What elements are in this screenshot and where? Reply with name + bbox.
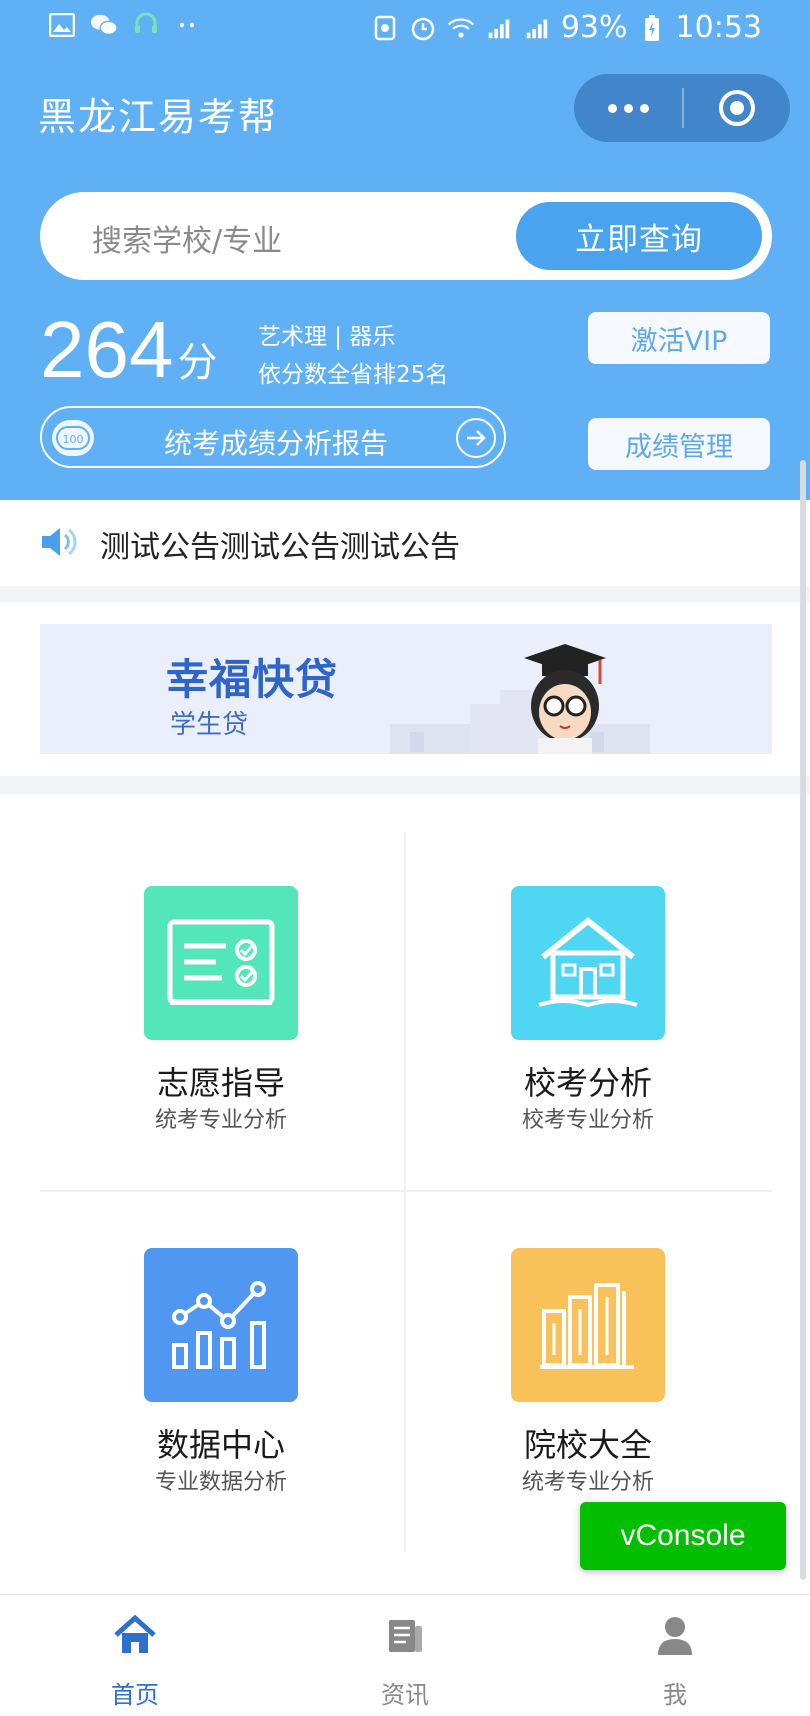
news-icon <box>383 1613 427 1657</box>
score-value: 264 <box>40 305 174 394</box>
tab-home[interactable]: 首页 <box>0 1595 270 1716</box>
report-button[interactable]: 100 统考成绩分析报告 <box>40 406 506 468</box>
more-menu-button[interactable] <box>574 74 682 142</box>
close-miniprogram-button[interactable] <box>684 74 790 142</box>
more-notifications-icon <box>174 12 202 38</box>
search-input[interactable]: 搜索学校/专业 <box>92 216 282 260</box>
feature-school-exam-analysis[interactable]: 校考分析 校考专业分析 <box>438 886 738 1186</box>
activate-vip-button[interactable]: 激活VIP <box>588 312 770 364</box>
header: 93% 10:53 黑龙江易考帮 搜索学校/专业 立即查询 264 分 艺术理 … <box>0 0 810 500</box>
tab-me[interactable]: 我 <box>540 1595 810 1716</box>
score-management-button[interactable]: 成绩管理 <box>588 418 770 470</box>
score-display: 264 分 <box>40 310 217 390</box>
user-icon <box>653 1613 697 1657</box>
feature-name: 数据中心 <box>156 1426 285 1464</box>
tab-news[interactable]: 资讯 <box>270 1595 540 1716</box>
feature-volunteer-guide[interactable]: 志愿指导 统考专业分析 <box>71 886 371 1186</box>
arrow-right-icon <box>456 418 496 458</box>
dot-icon <box>623 103 633 113</box>
tab-bar: 首页 资讯 我 <box>0 1594 810 1716</box>
status-left-icons <box>48 12 202 38</box>
dot-icon <box>639 103 649 113</box>
banner-title: 幸福快贷 <box>166 655 339 704</box>
dot-icon <box>607 103 617 113</box>
report-label: 统考成绩分析报告 <box>164 427 389 460</box>
search-button[interactable]: 立即查询 <box>516 202 762 270</box>
score-category: 艺术理 | 器乐 <box>258 324 396 350</box>
feature-name: 校考分析 <box>523 1064 652 1102</box>
feature-desc: 校考专业分析 <box>521 1108 654 1133</box>
school-house-icon <box>511 886 665 1040</box>
signal-2-icon <box>523 15 551 41</box>
score-unit: 分 <box>177 340 218 386</box>
clock: 10:53 <box>675 10 762 45</box>
miniprogram-capsule <box>574 74 790 142</box>
alarm-icon <box>409 15 437 41</box>
feature-grid: 志愿指导 统考专业分析 校考分析 校考专业分析 数据中心 专业数据分析 院校大全… <box>0 794 810 1594</box>
score-rank: 依分数全省排25名 <box>258 362 449 388</box>
graduate-avatar-icon <box>524 644 606 754</box>
feature-name: 志愿指导 <box>156 1064 285 1102</box>
page-title: 黑龙江易考帮 <box>38 95 279 139</box>
checklist-icon <box>144 886 298 1040</box>
headset-icon <box>132 12 160 38</box>
wechat-icon <box>90 12 118 38</box>
grid-divider-horizontal <box>40 1190 772 1192</box>
banner-subtitle: 学生贷 <box>170 710 249 740</box>
score-100-icon: 100 <box>52 420 94 456</box>
tab-label: 我 <box>663 1681 687 1709</box>
feature-data-center[interactable]: 数据中心 专业数据分析 <box>71 1248 371 1548</box>
svg-text:100: 100 <box>63 433 84 446</box>
feature-desc: 统考专业分析 <box>521 1470 654 1495</box>
books-icon <box>511 1248 665 1402</box>
status-right: 93% 10:53 <box>371 10 762 45</box>
banner-section: 幸福快贷 学生贷 <box>0 602 810 776</box>
feature-name: 院校大全 <box>523 1426 652 1464</box>
search-bar[interactable]: 搜索学校/专业 立即查询 <box>40 192 772 280</box>
notice-text: 测试公告测试公告测试公告 <box>100 530 460 565</box>
feature-desc: 统考专业分析 <box>154 1108 287 1133</box>
loan-banner[interactable]: 幸福快贷 学生贷 <box>40 624 772 754</box>
wifi-icon <box>447 15 475 41</box>
speaker-icon <box>40 524 78 564</box>
sync-icon <box>371 15 399 41</box>
gallery-icon <box>48 12 76 38</box>
scrollbar[interactable] <box>800 460 806 1580</box>
battery-icon <box>638 14 666 41</box>
line-chart-icon <box>144 1248 298 1402</box>
notice-bar[interactable]: 测试公告测试公告测试公告 <box>0 500 810 586</box>
feature-desc: 专业数据分析 <box>154 1470 287 1495</box>
target-icon <box>719 90 755 126</box>
tab-label: 资讯 <box>381 1681 429 1709</box>
tab-label: 首页 <box>111 1681 159 1709</box>
score-info: 艺术理 | 器乐 依分数全省排25名 <box>258 318 448 394</box>
home-icon <box>113 1613 157 1657</box>
signal-1-icon <box>485 15 513 41</box>
battery-percent: 93% <box>560 10 628 45</box>
status-bar: 93% 10:53 <box>0 0 810 56</box>
vconsole-button[interactable]: vConsole <box>580 1502 786 1570</box>
grid-divider-vertical <box>404 832 406 1552</box>
